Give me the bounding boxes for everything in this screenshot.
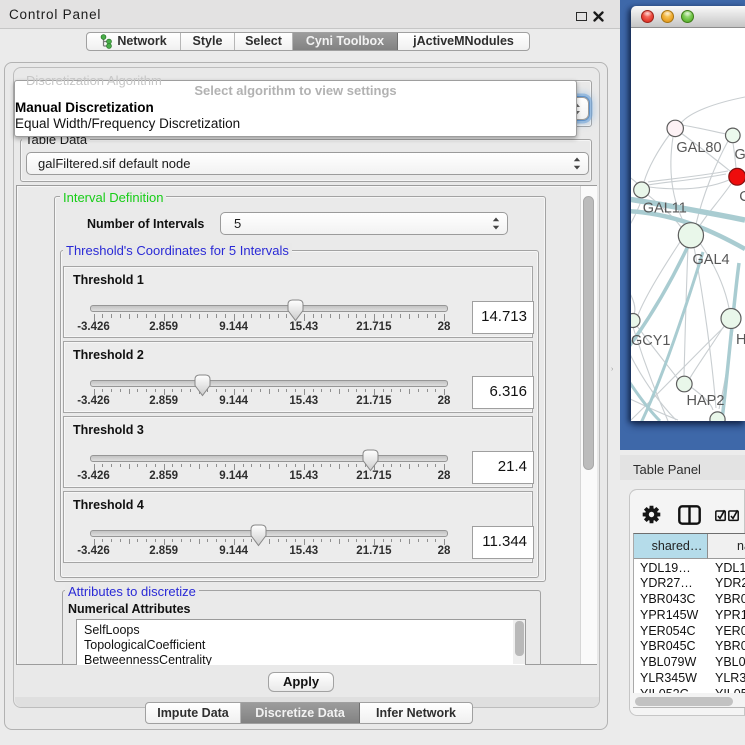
svg-text:GA: GA [735,147,745,163]
svg-text:HAP2: HAP2 [687,393,725,409]
svg-text:CR: CR [739,189,745,205]
svg-text:GCY1: GCY1 [631,333,671,349]
svg-text:GAL80: GAL80 [676,140,721,156]
svg-text:HA: HA [736,332,745,348]
svg-text:GAL4: GAL4 [693,252,730,268]
svg-text:GAL11: GAL11 [643,201,687,217]
